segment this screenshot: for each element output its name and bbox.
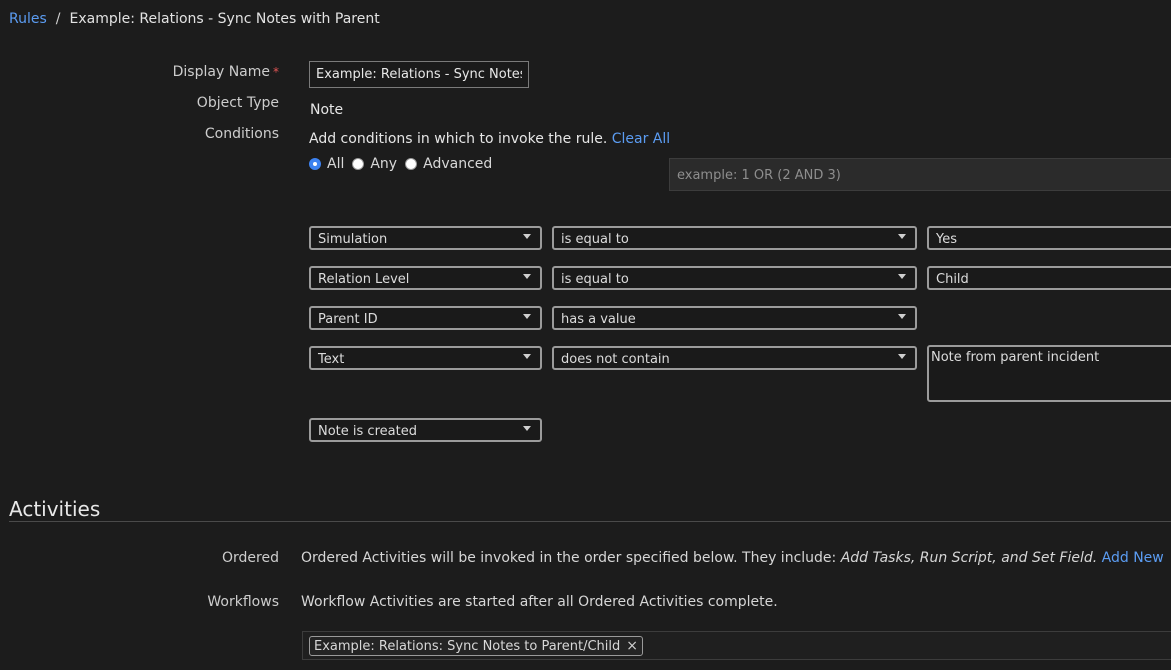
breadcrumb-rules-link[interactable]: Rules xyxy=(9,11,47,27)
object-type-value: Note xyxy=(310,102,344,118)
conditions-label: Conditions xyxy=(204,126,279,142)
trigger-event-select[interactable]: Note is created xyxy=(309,418,542,442)
close-icon[interactable]: × xyxy=(626,638,638,654)
condition-1-field-select[interactable]: Simulation xyxy=(309,226,542,250)
condition-2-operator-select[interactable]: is equal to xyxy=(552,266,917,290)
advanced-expression-input[interactable]: example: 1 OR (2 AND 3) xyxy=(669,158,1171,191)
chevron-down-icon xyxy=(523,354,531,359)
chevron-down-icon xyxy=(898,354,906,359)
condition-1-value-select[interactable]: Yes xyxy=(927,226,1171,250)
match-radio-group: All Any Advanced xyxy=(309,156,500,172)
condition-1-operator-select[interactable]: is equal to xyxy=(552,226,917,250)
radio-any-label: Any xyxy=(370,156,398,172)
activities-heading: Activities xyxy=(9,497,101,521)
radio-advanced-label: Advanced xyxy=(423,156,493,172)
condition-4-operator-select[interactable]: does not contain xyxy=(552,346,917,370)
radio-all[interactable]: All xyxy=(309,156,344,172)
ordered-label: Ordered xyxy=(222,550,279,566)
chevron-down-icon xyxy=(898,274,906,279)
workflow-chip-label: Example: Relations: Sync Notes to Parent… xyxy=(314,638,621,654)
radio-any-dot[interactable] xyxy=(352,158,365,170)
clear-all-link[interactable]: Clear All xyxy=(612,131,670,147)
workflow-chip: Example: Relations: Sync Notes to Parent… xyxy=(309,636,643,656)
display-name-input[interactable] xyxy=(309,61,529,88)
radio-all-dot[interactable] xyxy=(309,158,321,170)
chevron-down-icon xyxy=(898,234,906,239)
condition-3-field-select[interactable]: Parent ID xyxy=(309,306,542,330)
radio-advanced[interactable]: Advanced xyxy=(405,156,492,172)
chevron-down-icon xyxy=(523,234,531,239)
workflows-label: Workflows xyxy=(207,594,279,610)
workflows-description: Workflow Activities are started after al… xyxy=(301,594,778,610)
section-divider xyxy=(9,521,1171,522)
object-type-label: Object Type xyxy=(196,95,279,111)
breadcrumb-current: Example: Relations - Sync Notes with Par… xyxy=(69,11,380,27)
chevron-down-icon xyxy=(523,274,531,279)
display-name-label: Display Name * xyxy=(172,64,279,80)
required-mark: * xyxy=(273,65,279,79)
radio-any[interactable]: Any xyxy=(352,156,397,172)
ordered-activity-list: Add Tasks, Run Script, and Set Field. xyxy=(840,550,1098,566)
add-new-link[interactable]: Add New xyxy=(1102,550,1164,566)
ordered-description: Ordered Activities will be invoked in th… xyxy=(301,550,1164,566)
breadcrumb-separator: / xyxy=(55,11,61,27)
chevron-down-icon xyxy=(523,426,531,431)
condition-3-operator-select[interactable]: has a value xyxy=(552,306,917,330)
chevron-down-icon xyxy=(523,314,531,319)
conditions-help: Add conditions in which to invoke the ru… xyxy=(309,131,671,147)
workflow-select[interactable]: Example: Relations: Sync Notes to Parent… xyxy=(302,631,1171,660)
condition-2-field-select[interactable]: Relation Level xyxy=(309,266,542,290)
condition-4-value-textarea[interactable]: Note from parent incident xyxy=(927,345,1171,402)
condition-2-value-select[interactable]: Child xyxy=(927,266,1171,290)
chevron-down-icon xyxy=(898,314,906,319)
radio-advanced-dot[interactable] xyxy=(405,158,418,170)
radio-all-label: All xyxy=(327,156,345,172)
condition-4-field-select[interactable]: Text xyxy=(309,346,542,370)
breadcrumb: Rules / Example: Relations - Sync Notes wi… xyxy=(9,11,380,27)
